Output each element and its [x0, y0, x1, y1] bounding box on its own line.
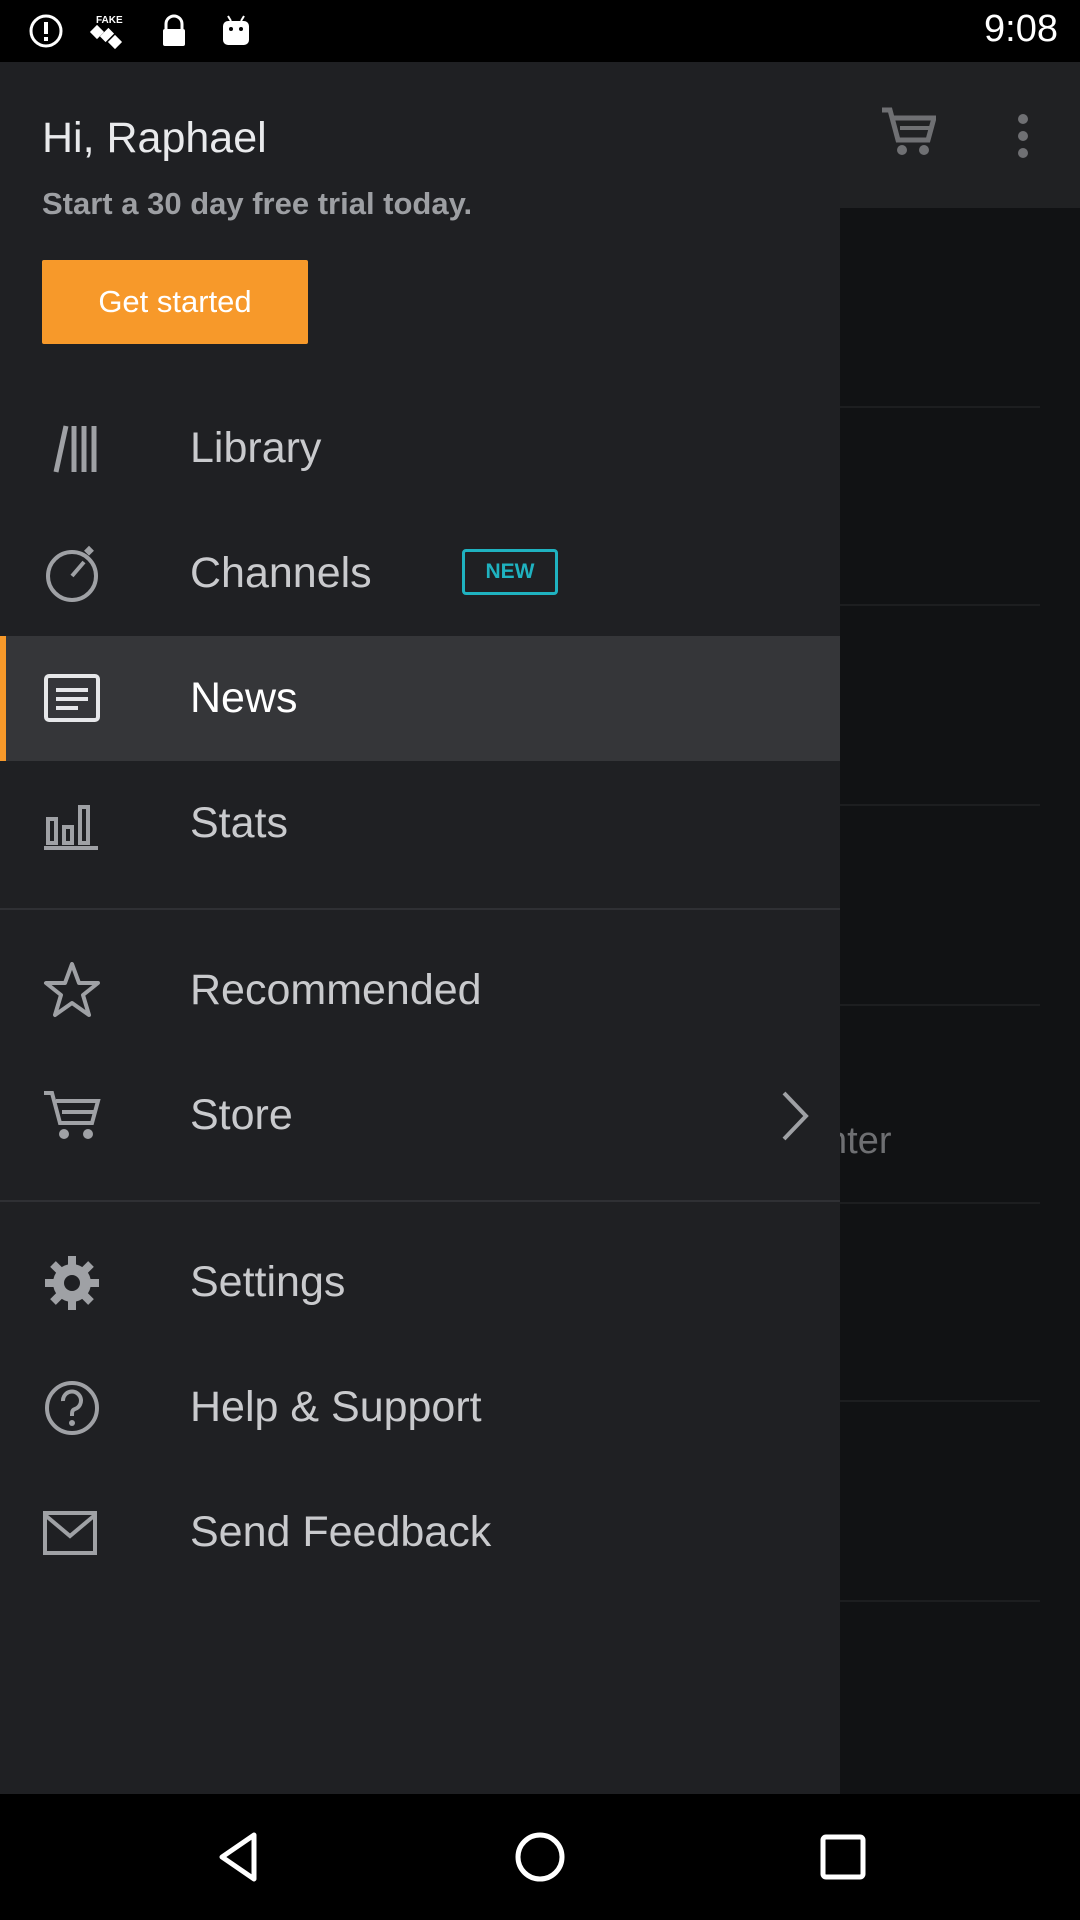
menu-item-label: Stats — [190, 799, 288, 847]
channels-icon — [46, 545, 98, 602]
cart-icon[interactable] — [880, 106, 936, 158]
menu-item-channels[interactable]: Channels NEW — [0, 511, 840, 636]
background-divider — [840, 1004, 1040, 1006]
navigation-drawer: Hi, Raphael Start a 30 day free trial to… — [0, 62, 840, 1794]
background-divider — [840, 1400, 1040, 1402]
get-started-button[interactable]: Get started — [42, 260, 308, 344]
menu-item-label: Settings — [190, 1258, 346, 1306]
lock-icon — [163, 14, 185, 46]
menu-divider — [0, 1200, 840, 1202]
back-icon[interactable] — [208, 1827, 268, 1887]
menu-item-label: Channels — [190, 549, 372, 597]
svg-text:FAKE: FAKE — [96, 15, 123, 26]
background-divider — [840, 406, 1040, 408]
background-divider — [840, 804, 1040, 806]
android-icon — [223, 15, 249, 45]
news-icon — [44, 674, 100, 722]
status-bar: FAKE 9:08 — [0, 0, 1080, 62]
background-divider — [840, 1202, 1040, 1204]
recents-icon[interactable] — [813, 1827, 873, 1887]
system-nav-bar — [0, 1794, 1080, 1920]
alert-circle-icon — [29, 14, 63, 48]
menu-item-label: Library — [190, 424, 322, 472]
menu-item-label: Help & Support — [190, 1383, 482, 1431]
menu-item-help[interactable]: Help & Support — [0, 1345, 840, 1470]
background-divider — [840, 1600, 1040, 1602]
menu-item-news[interactable]: News — [0, 636, 840, 761]
menu-item-recommended[interactable]: Recommended — [0, 928, 840, 1053]
library-icon — [53, 425, 97, 473]
greeting: Hi, Raphael — [42, 114, 267, 162]
help-icon — [45, 1381, 99, 1435]
star-icon — [44, 962, 100, 1017]
active-indicator — [0, 636, 6, 761]
menu-item-label: Recommended — [190, 966, 482, 1014]
satellite-icon: FAKE — [89, 15, 123, 50]
trial-subtitle: Start a 30 day free trial today. — [42, 186, 473, 221]
menu-item-stats[interactable]: Stats — [0, 761, 840, 886]
gear-icon — [45, 1256, 99, 1310]
stats-icon — [44, 805, 98, 850]
mail-icon — [43, 1511, 97, 1555]
menu-item-send-feedback[interactable]: Send Feedback — [0, 1470, 840, 1595]
chevron-right-icon — [782, 1091, 809, 1141]
home-icon[interactable] — [510, 1827, 570, 1887]
menu-item-store[interactable]: Store — [0, 1053, 840, 1178]
menu-item-library[interactable]: Library — [0, 386, 840, 511]
more-vert-icon[interactable] — [1008, 114, 1038, 158]
background-divider — [840, 604, 1040, 606]
status-time: 9:08 — [984, 8, 1058, 50]
menu-divider — [0, 908, 840, 910]
menu-item-label: Send Feedback — [190, 1508, 492, 1556]
menu-item-label: Store — [190, 1091, 293, 1139]
menu-item-settings[interactable]: Settings — [0, 1220, 840, 1345]
new-badge: NEW — [462, 549, 558, 595]
menu-item-label: News — [190, 674, 298, 722]
cart-icon — [44, 1091, 101, 1139]
